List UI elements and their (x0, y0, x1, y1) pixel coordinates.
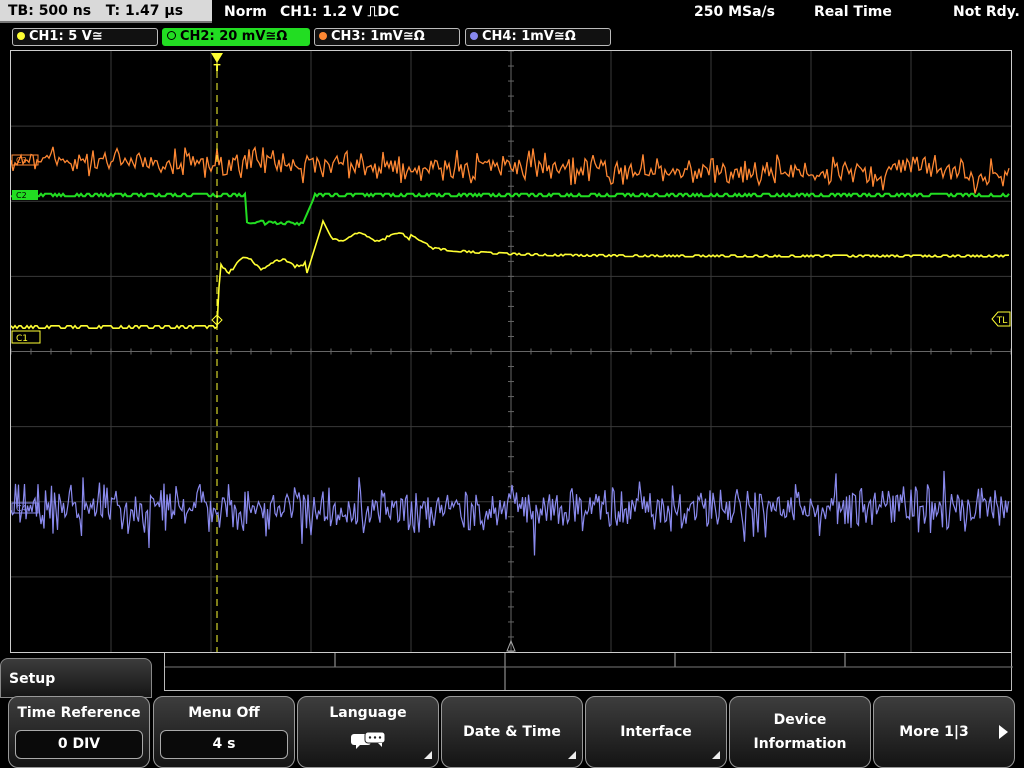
timebase-display[interactable]: TB: 500 ns T: 1.47 µs (0, 0, 212, 23)
waveform-display[interactable]: T TL C1 C2 C3 C4 (10, 50, 1012, 653)
ch3-label: CH3: 1mV≅Ω (331, 29, 425, 44)
trigger-time-value: T: 1.47 µs (105, 3, 184, 19)
ch2-label: CH2: 20 mV≅Ω (180, 29, 288, 44)
menu-title-text: Setup (9, 671, 56, 687)
submenu-indicator-icon (568, 751, 576, 759)
more-button[interactable]: More 1|3 (873, 696, 1015, 768)
interface-button[interactable]: Interface (585, 696, 727, 768)
trigger-position-marker[interactable]: T (211, 53, 223, 74)
ch1-label: CH1: 5 V≅ (29, 29, 103, 44)
ch1-offset-marker[interactable]: C1 (11, 330, 41, 344)
channel-tab-ch1[interactable]: CH1: 5 V≅ (12, 28, 158, 46)
ch4-waveform (11, 470, 1010, 556)
trigger-marker-label: T (214, 63, 221, 74)
channel-tabs: CH1: 5 V≅ CH2: 20 mV≅Ω CH3: 1mV≅Ω CH4: 1… (0, 25, 1024, 49)
menu-off-button[interactable]: Menu Off 4 s (153, 696, 295, 768)
time-reference-value: 0 DIV (15, 730, 143, 759)
acquisition-mode: Real Time (814, 4, 892, 20)
ch1-marker-label: C1 (16, 334, 28, 344)
channel-tab-ch4[interactable]: CH4: 1mV≅Ω (465, 28, 611, 46)
graticule (11, 51, 1011, 652)
ch2-waveform (11, 191, 1010, 227)
ch2-color-dot (167, 31, 176, 40)
trigger-level-label: TL (996, 316, 1008, 326)
ch2-offset-marker[interactable]: C2 (12, 190, 38, 200)
timebase-value: TB: 500 ns (8, 3, 92, 19)
channel-tab-ch3[interactable]: CH3: 1mV≅Ω (314, 28, 460, 46)
scale-strip (164, 653, 1013, 691)
play-arrow-icon (999, 725, 1008, 739)
trigger-source[interactable]: CH1: 1.2 V ⎍DC (280, 0, 399, 25)
date-time-label: Date & Time (463, 724, 561, 740)
speech-bubbles-icon (351, 731, 386, 749)
ch4-label: CH4: 1mV≅Ω (482, 29, 576, 44)
language-label: Language (329, 705, 407, 721)
interface-label: Interface (620, 724, 692, 740)
time-reference-button[interactable]: Time Reference 0 DIV (8, 696, 150, 768)
time-reference-label: Time Reference (17, 705, 141, 721)
softkey-menu: Setup Time Reference 0 DIV Menu Off 4 s … (0, 653, 1024, 768)
ch2-marker-label: C2 (16, 191, 27, 200)
ch3-color-dot (319, 32, 327, 40)
status-bar: TB: 500 ns T: 1.47 µs Norm CH1: 1.2 V ⎍D… (0, 0, 1024, 25)
device-information-button[interactable]: Device Information (729, 696, 871, 768)
submenu-indicator-icon (424, 751, 432, 759)
more-label: More 1|3 (899, 724, 969, 740)
acquisition-state: Not Rdy. (953, 4, 1020, 20)
trigger-level-marker[interactable]: TL (991, 311, 1011, 327)
submenu-indicator-icon (712, 751, 720, 759)
ch4-color-dot (470, 32, 478, 40)
menu-title: Setup (0, 658, 152, 698)
ch4-offset-marker[interactable]: C4 (11, 502, 39, 514)
ch3-marker-label: C3 (16, 156, 27, 165)
device-information-label: Device Information (753, 712, 847, 752)
channel-tab-ch2[interactable]: CH2: 20 mV≅Ω (162, 28, 310, 46)
trigger-mode[interactable]: Norm (224, 0, 267, 25)
menu-off-value: 4 s (160, 730, 288, 759)
ch1-color-dot (17, 32, 25, 40)
sample-rate: 250 MSa/s (694, 4, 776, 20)
language-button[interactable]: Language (297, 696, 439, 768)
ch4-marker-label: C4 (16, 504, 27, 513)
ch1-waveform (11, 218, 1009, 330)
menu-off-label: Menu Off (188, 705, 260, 721)
date-time-button[interactable]: Date & Time (441, 696, 583, 768)
